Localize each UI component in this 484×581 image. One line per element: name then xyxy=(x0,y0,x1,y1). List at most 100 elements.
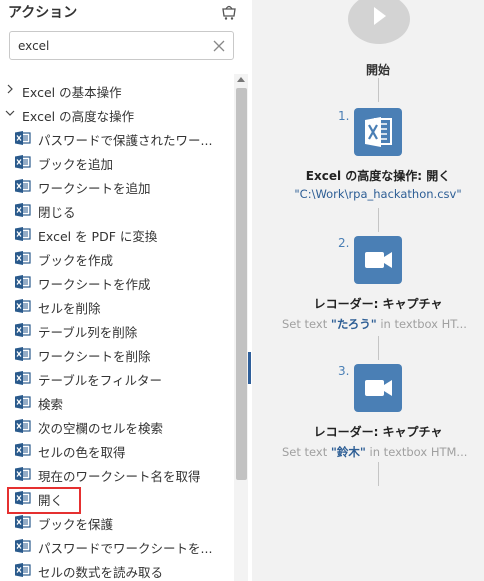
actions-scrollbar[interactable] xyxy=(234,74,248,581)
tree-group-label: Excel の高度な操作 xyxy=(22,109,135,124)
tree-item[interactable]: Excel を PDF に変換 xyxy=(0,222,232,246)
excel-icon xyxy=(15,419,31,433)
tree-item[interactable]: テーブルをフィルター xyxy=(0,366,232,390)
excel-icon xyxy=(15,275,31,289)
tree-item-label: パスワードでワークシートを... xyxy=(38,541,213,556)
flow-connector xyxy=(378,78,379,102)
tree-item[interactable]: ワークシートを削除 xyxy=(0,342,232,366)
tree-item[interactable]: 閉じる xyxy=(0,198,232,222)
tree-item-label: ブックを作成 xyxy=(38,253,114,268)
tree-item[interactable]: セルを削除 xyxy=(0,294,232,318)
tree-item[interactable]: セルの数式を読み取る xyxy=(0,558,232,581)
excel-icon xyxy=(15,371,31,385)
action-tree: Excel の基本操作 Excel の高度な操作 パスワードで保護されたワー..… xyxy=(0,78,232,581)
tree-item-label: セルの数式を読み取る xyxy=(38,565,164,580)
excel-icon xyxy=(15,323,31,337)
step-number: 2. xyxy=(338,236,350,250)
excel-icon xyxy=(365,117,392,147)
step-2-node[interactable] xyxy=(354,236,402,284)
scroll-up-arrow-icon[interactable] xyxy=(237,76,245,82)
tree-item[interactable]: ブックを保護 xyxy=(0,510,232,534)
step-title: Excel の高度な操作: 開く xyxy=(305,169,451,183)
step-3-node[interactable] xyxy=(354,364,402,412)
tree-item[interactable]: セルの色を取得 xyxy=(0,438,232,462)
excel-icon xyxy=(15,251,31,265)
excel-icon xyxy=(15,203,31,217)
clear-search-icon[interactable] xyxy=(212,39,226,53)
tree-item[interactable]: 検索 xyxy=(0,390,232,414)
search-box xyxy=(9,31,234,60)
subtitle-value: "たろう" xyxy=(330,317,377,331)
excel-icon xyxy=(15,539,31,553)
excel-icon xyxy=(15,179,31,193)
step-subtitle: "C:\Work\rpa_hackathon.csv" xyxy=(294,187,462,201)
start-label: 開始 xyxy=(365,63,390,77)
subtitle-prefix: Set text xyxy=(282,445,331,459)
actions-panel: アクション Excel の基本操作 Excel の高度な操作 パスワードで保護さ… xyxy=(0,0,252,581)
step-1-node[interactable] xyxy=(354,108,402,156)
panel-title: アクション xyxy=(8,5,78,21)
tree-item[interactable]: テーブル列を削除 xyxy=(0,318,232,342)
tree-item[interactable]: 現在のワークシート名を取得 xyxy=(0,462,232,486)
tree-item[interactable]: 次の空欄のセルを検索 xyxy=(0,414,232,438)
tree-item-label: セルの色を取得 xyxy=(38,445,126,460)
tree-item[interactable]: パスワードでワークシートを... xyxy=(0,534,232,558)
step-subtitle: Set text "鈴木" in textbox HTM... xyxy=(282,444,484,460)
excel-icon xyxy=(15,395,31,409)
subtitle-value: "鈴木" xyxy=(330,445,366,459)
chevron-down-icon xyxy=(5,110,15,116)
tree-group-label: Excel の基本操作 xyxy=(22,85,122,100)
tree-group-excel-advanced[interactable]: Excel の高度な操作 xyxy=(0,102,232,126)
action-store-icon[interactable] xyxy=(220,3,238,21)
tree-item-label: テーブルをフィルター xyxy=(38,373,163,388)
step-number: 3. xyxy=(338,364,350,378)
step-title: レコーダー: キャプチャ xyxy=(313,425,443,439)
step-subtitle: Set text "たろう" in textbox HT... xyxy=(282,316,484,332)
tree-item[interactable]: 開く xyxy=(0,486,232,514)
tree-item-label: 現在のワークシート名を取得 xyxy=(38,469,201,484)
tree-item[interactable]: パスワードで保護されたワー... xyxy=(0,126,232,150)
tree-item[interactable]: ブックを追加 xyxy=(0,150,232,174)
tree-item-label: セルを削除 xyxy=(38,301,101,316)
excel-icon xyxy=(15,563,31,577)
tree-item-label: テーブル列を削除 xyxy=(38,325,138,340)
excel-icon xyxy=(15,131,31,145)
tree-item[interactable]: ワークシートを作成 xyxy=(0,270,232,294)
tree-item-label: Excel を PDF に変換 xyxy=(38,229,158,244)
video-camera-icon xyxy=(365,380,392,396)
step-number: 1. xyxy=(338,109,350,123)
scrollbar-thumb[interactable] xyxy=(236,88,247,480)
panel-splitter[interactable] xyxy=(248,352,251,384)
tree-item-label: ブックを追加 xyxy=(38,157,114,172)
subtitle-prefix: Set text xyxy=(282,317,331,331)
video-camera-icon xyxy=(365,252,392,268)
excel-icon xyxy=(15,515,31,529)
tree-item-label: ワークシートを作成 xyxy=(38,277,151,292)
subtitle-suffix: in textbox HTM... xyxy=(365,445,468,459)
tree-item[interactable]: ブックを作成 xyxy=(0,246,232,270)
chevron-right-icon xyxy=(7,84,13,94)
tree-item-label: ワークシートを追加 xyxy=(38,181,151,196)
excel-icon xyxy=(15,491,31,505)
tree-item-label: 開く xyxy=(38,493,64,508)
flow-connector xyxy=(378,208,379,232)
tree-group-excel-basic[interactable]: Excel の基本操作 xyxy=(0,78,232,102)
tree-item-label: ブックを保護 xyxy=(38,517,114,532)
tree-item-label: パスワードで保護されたワー... xyxy=(38,133,213,148)
step-title: レコーダー: キャプチャ xyxy=(313,297,443,311)
tree-item-label: 検索 xyxy=(38,397,64,412)
flow-canvas: 開始 1. Excel の高度な操作: 開く "C:\Work\rpa_hack… xyxy=(252,0,484,581)
play-icon xyxy=(374,7,386,25)
tree-item[interactable]: ワークシートを追加 xyxy=(0,174,232,198)
tree-item-label: ワークシートを削除 xyxy=(38,349,151,364)
excel-icon xyxy=(15,443,31,457)
subtitle-suffix: in textbox HT... xyxy=(376,317,467,331)
excel-icon xyxy=(15,467,31,481)
excel-icon xyxy=(15,299,31,313)
start-node[interactable] xyxy=(348,0,410,44)
excel-icon xyxy=(15,155,31,169)
tree-item-label: 次の空欄のセルを検索 xyxy=(38,421,164,436)
search-input[interactable] xyxy=(18,37,208,55)
flow-connector xyxy=(378,462,379,486)
excel-icon xyxy=(15,347,31,361)
